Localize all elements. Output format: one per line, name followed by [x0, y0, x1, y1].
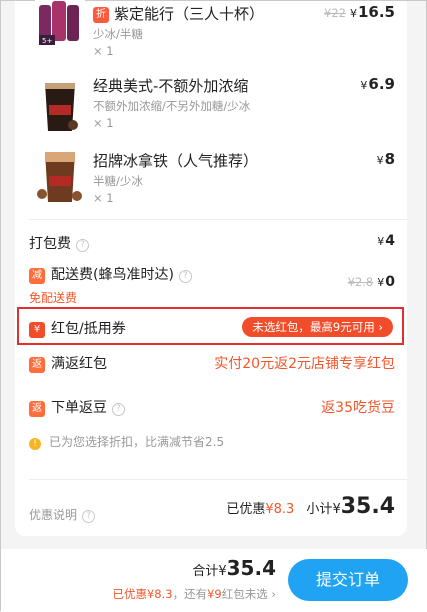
beans-label: 返下单返豆? — [29, 397, 125, 417]
screen-frame: 5+ 折紫定能行（三人十杯） 少冰/半糖 × 1 ¥22 ¥16.5 经典美式-不… — [0, 0, 427, 612]
help-icon[interactable]: ? — [82, 510, 96, 523]
beans-tag: 返 — [29, 401, 45, 417]
item-spec: 少冰/半糖 — [93, 27, 143, 41]
rebate-value: 实付20元返2元店铺专享红包 — [214, 356, 395, 372]
discount-notice: ! 已为您选择折扣，比满减节省2.5 — [29, 433, 224, 450]
original-price: ¥22 — [324, 6, 346, 20]
divider — [29, 479, 407, 480]
item-name: 招牌冰拿铁（人气推荐） — [93, 152, 259, 170]
order-total: 合计¥35.4 — [192, 556, 276, 580]
item-spec: 不额外加浓缩/不另外加糖/少冰 — [93, 99, 251, 113]
rebate-label: 返满返红包 — [29, 353, 107, 373]
original-delivery-fee: ¥2.8 — [347, 275, 374, 289]
discount-explanation[interactable]: 优惠说明? — [29, 506, 96, 523]
coupon-row[interactable]: 未选红包，最高9元可用 › — [17, 307, 404, 345]
divider — [29, 219, 407, 220]
item-price: ¥22 ¥16.5 — [324, 3, 395, 21]
product-image: 5+ — [35, 0, 85, 51]
discount-tag: 折 — [93, 7, 109, 23]
svg-text:5+: 5+ — [42, 37, 52, 45]
item-name: 经典美式-不额外加浓缩 — [93, 77, 249, 95]
order-item[interactable]: 招牌冰拿铁（人气推荐） 半糖/少冰 × 1 ¥8 — [15, 146, 407, 216]
delivery-fee-note: 免配送费 — [29, 291, 78, 305]
beans-value: 返35吃货豆 — [321, 400, 395, 416]
product-image — [35, 75, 85, 135]
discount-tag: 减 — [29, 268, 45, 284]
order-item[interactable]: 5+ 折紫定能行（三人十杯） 少冰/半糖 × 1 ¥22 ¥16.5 — [15, 0, 407, 58]
packing-fee-label: 打包费? — [29, 233, 89, 253]
delivery-fee-value: ¥2.8 ¥0 — [347, 274, 395, 290]
rebate-tag: 返 — [29, 357, 45, 373]
product-image — [35, 146, 85, 206]
delivery-fee-label: 减配送费(蜂鸟准时达)? — [29, 264, 192, 284]
item-price: ¥6.9 — [360, 75, 395, 93]
order-card: 5+ 折紫定能行（三人十杯） 少冰/半糖 × 1 ¥22 ¥16.5 经典美式-不… — [15, 0, 407, 536]
subtotal: 已优惠¥8.3 小计¥35.4 — [226, 494, 395, 519]
item-qty: × 1 — [93, 116, 114, 130]
submit-order-button[interactable]: 提交订单 — [288, 559, 408, 601]
item-qty: × 1 — [93, 44, 114, 58]
item-name: 折紫定能行（三人十杯） — [93, 3, 264, 24]
discount-summary[interactable]: 已优惠¥8.3，还有¥9红包未选 › — [112, 586, 276, 602]
item-spec: 半糖/少冰 — [93, 174, 143, 188]
checkout-bar: 合计¥35.4 已优惠¥8.3，还有¥9红包未选 › 提交订单 — [1, 549, 427, 612]
order-item[interactable]: 经典美式-不额外加浓缩 不额外加浓缩/不另外加糖/少冰 × 1 ¥6.9 — [15, 71, 407, 141]
item-qty: × 1 — [93, 191, 114, 205]
coupon-select-button[interactable]: 未选红包，最高9元可用 › — [242, 317, 393, 337]
help-icon[interactable]: ? — [112, 403, 125, 416]
warning-icon: ! — [29, 438, 41, 450]
item-price: ¥8 — [376, 150, 395, 168]
packing-fee-value: ¥4 — [377, 233, 395, 249]
help-icon[interactable]: ? — [178, 270, 192, 283]
help-icon[interactable]: ? — [76, 239, 89, 252]
